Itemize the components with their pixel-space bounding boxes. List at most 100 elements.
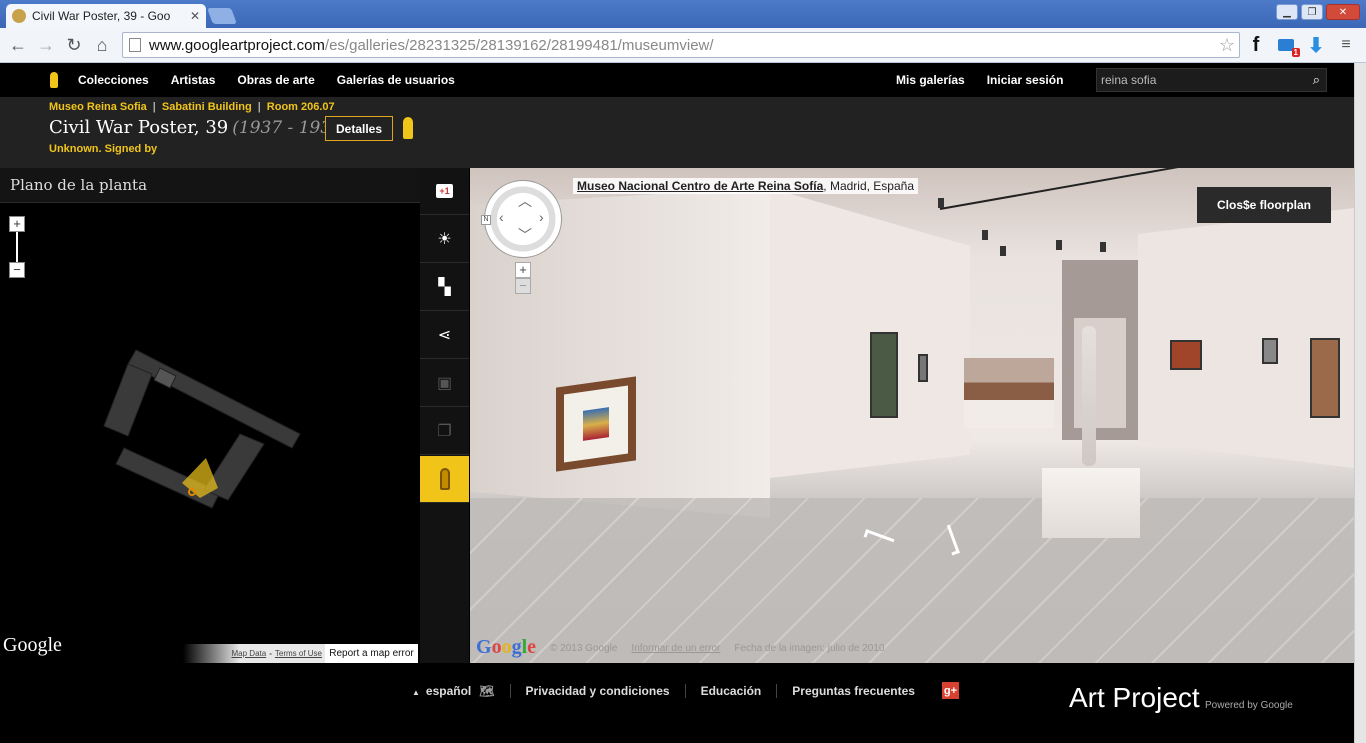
download-extension-icon[interactable]: ⬇	[1304, 32, 1328, 58]
tab-close-icon[interactable]: ✕	[190, 9, 200, 23]
ceiling-lamp	[938, 198, 944, 208]
floorplan-toggle-icon[interactable]: ▚	[420, 264, 469, 311]
search-value: reina sofia	[1101, 73, 1157, 87]
faq-link[interactable]: Preguntas frecuentes	[776, 683, 930, 698]
gallery-doorway	[1062, 260, 1138, 440]
breadcrumb-room[interactable]: Room 206.07	[267, 101, 335, 113]
pan-right-icon[interactable]: ›	[539, 209, 544, 225]
copyright-text: © 2013 Google	[550, 643, 618, 654]
pan-down-icon[interactable]: ﹀	[518, 225, 532, 245]
painting[interactable]	[1170, 340, 1202, 370]
ceiling-light-track	[939, 168, 1197, 210]
pan-up-icon[interactable]: ︿	[518, 191, 532, 211]
artwork-title-line: Civil War Poster, 39 (1937 - 1938)	[49, 117, 349, 138]
nav-obras-de-arte[interactable]: Obras de arte	[237, 73, 314, 87]
floorplan-zoom-in-button[interactable]: +	[9, 216, 25, 232]
compass-north-icon[interactable]: N	[481, 215, 491, 225]
painting[interactable]	[1310, 338, 1340, 418]
museum-link[interactable]: Museo Nacional Centro de Arte Reina Sofí…	[577, 179, 823, 193]
marble-floor	[470, 498, 1354, 663]
reload-icon[interactable]: ↻	[62, 33, 86, 57]
pano-zoom-in-button[interactable]: +	[515, 262, 531, 278]
location-text: , Madrid, España	[823, 179, 914, 193]
facebook-extension-icon[interactable]: f	[1244, 32, 1268, 58]
google-plus-icon[interactable]: g+	[941, 682, 959, 699]
sculpture-plinth	[1042, 468, 1140, 538]
search-input[interactable]: reina sofia ⌕	[1096, 68, 1327, 92]
ceiling-lamp	[1056, 240, 1062, 250]
pegman-icon	[439, 468, 450, 490]
share-icon[interactable]: ⋖	[420, 312, 469, 359]
browser-tab[interactable]: Civil War Poster, 39 - Goo ✕	[6, 4, 206, 28]
nav-colecciones[interactable]: Colecciones	[78, 73, 149, 87]
url-host: www.googleartproject.com	[149, 36, 325, 54]
google-logo: Google	[3, 634, 62, 656]
pan-left-icon[interactable]: ‹	[499, 209, 504, 225]
breadcrumb-separator: |	[257, 101, 261, 113]
view-tools: +1 ☀ ▚ ⋖ ▣ ❐	[420, 168, 469, 663]
powered-by-text: Powered by Google	[1205, 700, 1293, 711]
fullscreen-icon[interactable]: ▣	[420, 360, 469, 407]
my-galleries-link[interactable]: Mis galerías	[896, 73, 965, 87]
terms-of-use-link[interactable]: Terms of Use	[275, 649, 322, 658]
pegman-logo-icon[interactable]	[50, 72, 58, 88]
display-case[interactable]	[964, 358, 1054, 428]
report-map-error-button[interactable]: Report a map error	[325, 644, 418, 663]
minimize-button[interactable]: ▁	[1276, 4, 1298, 20]
painting[interactable]	[870, 332, 898, 418]
floorplan-header: Plano de la planta	[0, 168, 420, 203]
home-icon[interactable]: ⌂	[90, 33, 114, 57]
mail-extension-icon[interactable]: 1	[1274, 32, 1300, 58]
art-project-logo: Art Project	[1069, 682, 1200, 713]
location-label: Museo Nacional Centro de Arte Reina Sofí…	[573, 178, 918, 194]
nav-artistas[interactable]: Artistas	[171, 73, 216, 87]
pano-zoom-out-button[interactable]: −	[515, 278, 531, 294]
close-floorplan-button[interactable]: Clos$e floorplan	[1197, 187, 1331, 223]
floorplan-map[interactable]	[100, 338, 320, 528]
map-data-link[interactable]: Map Data	[232, 649, 267, 658]
compare-icon[interactable]: ❐	[420, 408, 469, 455]
breadcrumb-building[interactable]: Sabatini Building	[162, 101, 252, 113]
floorplan-zoom-slider[interactable]	[16, 232, 18, 262]
artist-name[interactable]: Unknown. Signed by	[49, 143, 157, 155]
pan-control[interactable]: ︿ ﹀ ‹ › N	[481, 180, 562, 258]
painting[interactable]	[918, 354, 928, 382]
floorplan-zoom-control: + −	[9, 216, 25, 278]
maximize-button[interactable]: ❐	[1301, 4, 1323, 20]
window-close-button[interactable]: ✕	[1326, 4, 1360, 20]
report-error-link[interactable]: Informar de un error	[631, 643, 720, 654]
caret-up-icon: ▲	[412, 687, 420, 697]
google-plus-one-button[interactable]: +1	[420, 168, 469, 215]
language-selector[interactable]: ▲ español 🗺	[412, 684, 510, 698]
search-icon[interactable]: ⌕	[1313, 72, 1320, 88]
sculpture[interactable]	[1082, 326, 1096, 466]
privacy-link[interactable]: Privacidad y condiciones	[509, 683, 685, 698]
painting[interactable]	[1262, 338, 1278, 364]
extension-badge: 1	[1291, 48, 1300, 57]
framed-artwork[interactable]	[556, 376, 636, 472]
window-controls: ▁ ❐ ✕	[1276, 4, 1360, 20]
nav-galerias-usuarios[interactable]: Galerías de usuarios	[337, 73, 455, 87]
floorplan-zoom-out-button[interactable]: −	[9, 262, 25, 278]
sign-in-link[interactable]: Iniciar sesión	[987, 73, 1064, 87]
forward-arrow-icon[interactable]: →	[34, 33, 58, 57]
brightness-icon[interactable]: ☀	[420, 216, 469, 263]
pegman-icon[interactable]	[403, 117, 413, 139]
pano-zoom-control: + −	[515, 262, 531, 294]
ceiling-lamp	[982, 230, 988, 240]
bookmark-star-icon[interactable]: ☆	[1219, 35, 1235, 56]
footer-links: ▲ español 🗺 Privacidad y condiciones Educa…	[412, 682, 959, 699]
page-icon	[129, 38, 141, 52]
details-button[interactable]: Detalles	[325, 116, 393, 141]
back-arrow-icon[interactable]: ←	[6, 33, 30, 57]
street-view-panorama[interactable]: ︿ ﹀ ‹ › N + − Museo Nacional Centro de A…	[470, 168, 1354, 663]
street-view-pegman-button[interactable]	[420, 456, 469, 503]
artwork-title: Civil War Poster, 39	[49, 117, 229, 138]
new-tab-button[interactable]	[207, 8, 237, 24]
chrome-menu-icon[interactable]: ≡	[1334, 32, 1358, 58]
address-bar[interactable]: www.googleartproject.com /es/galleries/2…	[122, 32, 1240, 58]
site-footer: ▲ español 🗺 Privacidad y condiciones Educa…	[0, 663, 1354, 743]
education-link[interactable]: Educación	[684, 683, 777, 698]
breadcrumb-museum[interactable]: Museo Reina Sofia	[49, 101, 147, 113]
page-scrollbar[interactable]	[1354, 63, 1366, 743]
